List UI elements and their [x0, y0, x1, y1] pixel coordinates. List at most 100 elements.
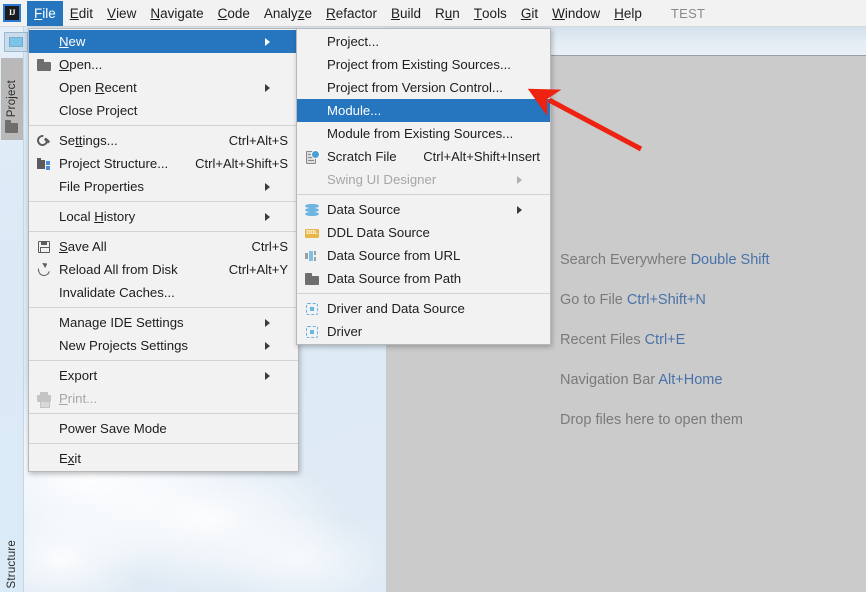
file-menu-item-local-history[interactable]: Local History [29, 205, 298, 228]
menu-item-shortcut: Ctrl+S [251, 239, 288, 254]
submenu-arrow-icon [517, 175, 540, 184]
menu-separator [29, 360, 298, 361]
tool-window-toggle-button[interactable] [4, 32, 28, 52]
new-submenu-item-driver[interactable]: Driver [297, 320, 550, 343]
welcome-shortcut-key: Ctrl+E [644, 332, 686, 348]
menubar-item-build[interactable]: Build [384, 1, 428, 26]
menu-item-label: Invalidate Caches... [59, 285, 175, 300]
file-menu-popup: New Open... Open Recent Close Project Settin… [28, 28, 299, 472]
menubar-item-refactor[interactable]: Refactor [319, 1, 384, 26]
menu-item-label: Project... [327, 34, 380, 49]
welcome-action-label: Go to File [560, 292, 623, 308]
file-menu-item-new[interactable]: New [29, 30, 298, 53]
menu-item-label: Open... [59, 57, 103, 72]
new-submenu-item-driver-and-data-source[interactable]: Driver and Data Source [297, 297, 550, 320]
driver-icon [304, 301, 320, 317]
menubar-item-tools[interactable]: Tools [467, 1, 514, 26]
submenu-arrow-icon [265, 182, 288, 191]
file-menu-item-file-properties[interactable]: File Properties [29, 175, 298, 198]
menu-item-label: New Projects Settings [59, 338, 188, 353]
menu-item-label: Print... [59, 391, 98, 406]
folder-icon [304, 271, 320, 287]
menu-item-label: Exit [59, 451, 81, 466]
file-menu-item-close-project[interactable]: Close Project [29, 99, 298, 122]
reload-icon [35, 261, 53, 278]
menu-item-label: Open Recent [59, 80, 137, 95]
driver-icon [304, 324, 320, 340]
submenu-arrow-icon [265, 318, 288, 327]
menubar-item-run[interactable]: Run [428, 1, 467, 26]
menubar-item-git[interactable]: Git [514, 1, 545, 26]
sidebar-item-project-label: Project [6, 80, 18, 118]
welcome-shortcut-key: Ctrl+Shift+N [626, 292, 706, 308]
print-icon [36, 391, 52, 408]
file-menu-item-manage-ide-settings[interactable]: Manage IDE Settings [29, 311, 298, 334]
file-menu-item-export[interactable]: Export [29, 364, 298, 387]
welcome-shortcuts: Search Everywhere Double Shift Go to File… [560, 252, 866, 452]
new-submenu-item-module[interactable]: Module... [297, 99, 550, 122]
menu-item-label: Data Source from URL [327, 248, 461, 263]
welcome-action-label: Search Everywhere [560, 252, 687, 268]
welcome-row-search-everywhere: Search Everywhere Double Shift [560, 252, 866, 268]
file-menu-item-project-structure[interactable]: Project Structure... Ctrl+Alt+Shift+S [29, 152, 298, 175]
submenu-arrow-icon [265, 341, 288, 350]
welcome-action-label: Recent Files [560, 332, 641, 348]
menu-separator [29, 443, 298, 444]
folder-icon [36, 57, 52, 73]
menubar-item-file[interactable]: File [27, 0, 63, 26]
file-menu-item-print: Print... [29, 387, 298, 410]
file-menu-item-invalidate-caches[interactable]: Invalidate Caches... [29, 281, 298, 304]
new-submenu-item-data-source[interactable]: Data Source [297, 198, 550, 221]
welcome-row-go-to-file: Go to File Ctrl+Shift+N [560, 292, 866, 308]
left-tool-window-stripe: Project Structure [0, 27, 24, 592]
ddl-icon: DDL [305, 228, 319, 238]
new-submenu-item-scratch-file[interactable]: Scratch File Ctrl+Alt+Shift+Insert [297, 145, 550, 168]
submenu-arrow-icon [265, 212, 288, 221]
new-submenu-item-module-from-existing-sources[interactable]: Module from Existing Sources... [297, 122, 550, 145]
welcome-row-navigation-bar: Navigation Bar Alt+Home [560, 372, 866, 388]
new-submenu-item-project[interactable]: Project... [297, 30, 550, 53]
file-menu-item-save-all[interactable]: Save All Ctrl+S [29, 235, 298, 258]
file-menu-item-open[interactable]: Open... [29, 53, 298, 76]
menubar-item-view[interactable]: View [100, 1, 143, 26]
menubar-item-edit[interactable]: Edit [63, 1, 100, 26]
sidebar-item-structure[interactable]: Structure [1, 517, 23, 592]
menubar-item-help[interactable]: Help [607, 1, 649, 26]
menu-item-shortcut: Ctrl+Alt+S [228, 133, 288, 148]
file-menu-item-exit[interactable]: Exit [29, 447, 298, 470]
file-menu-item-new-projects-settings[interactable]: New Projects Settings [29, 334, 298, 357]
new-submenu-item-data-source-from-url[interactable]: Data Source from URL [297, 244, 550, 267]
menu-item-label: Manage IDE Settings [59, 315, 184, 330]
welcome-action-label: Navigation Bar [560, 372, 656, 388]
menubar-item-navigate[interactable]: Navigate [143, 1, 210, 26]
file-menu-item-settings[interactable]: Settings... Ctrl+Alt+S [29, 129, 298, 152]
menu-item-label: Module from Existing Sources... [327, 126, 514, 141]
welcome-row-recent-files: Recent Files Ctrl+E [560, 332, 866, 348]
file-menu-item-reload-all-from-disk[interactable]: Reload All from Disk Ctrl+Alt+Y [29, 258, 298, 281]
new-submenu-item-data-source-from-path[interactable]: Data Source from Path [297, 267, 550, 290]
folder-icon [5, 120, 18, 133]
menubar-item-analyze[interactable]: Analy z e [257, 1, 319, 26]
menu-item-label: Local History [59, 209, 136, 224]
menu-item-label: Reload All from Disk [59, 262, 178, 277]
menu-item-label: Project from Existing Sources... [327, 57, 511, 72]
menu-item-label: New [59, 34, 86, 49]
submenu-arrow-icon [265, 371, 288, 380]
menubar-item-code[interactable]: Code [211, 1, 257, 26]
menu-item-label: Data Source [327, 202, 401, 217]
new-submenu-item-ddl-data-source[interactable]: DDL DDL Data Source [297, 221, 550, 244]
url-icon [304, 248, 320, 264]
file-menu-item-power-save-mode[interactable]: Power Save Mode [29, 417, 298, 440]
file-menu-item-open-recent[interactable]: Open Recent [29, 76, 298, 99]
menu-item-label: Driver and Data Source [327, 301, 465, 316]
menu-item-label: Module... [327, 103, 382, 118]
menu-item-label: Swing UI Designer [327, 172, 437, 187]
new-submenu-item-project-from-version-control[interactable]: Project from Version Control... [297, 76, 550, 99]
welcome-row-drop-files-here-to-open-them: Drop files here to open them [560, 412, 866, 428]
menu-item-label: DDL Data Source [327, 225, 430, 240]
menu-separator [297, 293, 550, 294]
new-submenu-item-project-from-existing-sources[interactable]: Project from Existing Sources... [297, 53, 550, 76]
menubar-item-window[interactable]: Window [545, 1, 607, 26]
menu-item-label: Settings... [59, 133, 118, 148]
project-structure-icon [36, 156, 52, 172]
